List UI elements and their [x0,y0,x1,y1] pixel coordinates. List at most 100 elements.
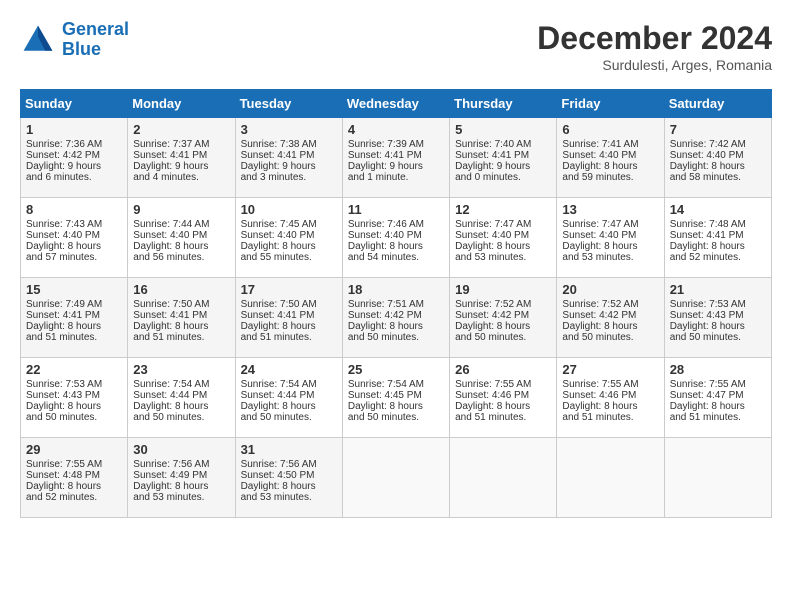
cell-info-line: and 51 minutes. [670,412,766,423]
cell-info-line: Sunrise: 7:54 AM [241,379,337,390]
calendar-cell [557,438,664,518]
cell-info-line: Sunrise: 7:50 AM [241,299,337,310]
cell-info-line: and 55 minutes. [241,252,337,263]
page-header: General Blue December 2024 Surdulesti, A… [20,20,772,73]
cell-info-line: Sunset: 4:40 PM [241,230,337,241]
calendar-week-1: 1Sunrise: 7:36 AMSunset: 4:42 PMDaylight… [21,118,772,198]
cell-info-line: Sunrise: 7:36 AM [26,139,122,150]
cell-info-line: and 51 minutes. [455,412,551,423]
cell-info-line: and 50 minutes. [562,332,658,343]
calendar-cell: 2Sunrise: 7:37 AMSunset: 4:41 PMDaylight… [128,118,235,198]
cell-info-line: Sunrise: 7:55 AM [670,379,766,390]
day-number: 11 [348,202,444,217]
day-number: 10 [241,202,337,217]
cell-info-line: Sunset: 4:41 PM [241,150,337,161]
cell-info-line: Sunset: 4:44 PM [133,390,229,401]
cell-info-line: Daylight: 8 hours [241,401,337,412]
day-number: 27 [562,362,658,377]
calendar-cell: 31 Sunrise: 7:56 AMSunset: 4:50 PMDayligh… [235,438,342,518]
cell-info-line: Sunset: 4:40 PM [348,230,444,241]
cell-info-line: and 51 minutes. [562,412,658,423]
day-number: 8 [26,202,122,217]
cell-info-line: Daylight: 8 hours [241,481,337,492]
cell-info-line: Daylight: 9 hours [26,161,122,172]
calendar-cell: 12Sunrise: 7:47 AMSunset: 4:40 PMDayligh… [450,198,557,278]
cell-info-line: Daylight: 8 hours [133,481,229,492]
cell-info-line: and 3 minutes. [241,172,337,183]
day-number: 12 [455,202,551,217]
cell-info-line: Sunrise: 7:56 AM [241,459,337,470]
day-number: 22 [26,362,122,377]
calendar-cell: 14Sunrise: 7:48 AMSunset: 4:41 PMDayligh… [664,198,771,278]
cell-info-line: Sunset: 4:41 PM [26,310,122,321]
cell-info-line: Sunset: 4:50 PM [241,470,337,481]
cell-info-line: Sunset: 4:42 PM [348,310,444,321]
day-number: 23 [133,362,229,377]
calendar-cell [450,438,557,518]
cell-info-line: and 50 minutes. [348,332,444,343]
cell-info-line: Sunset: 4:41 PM [670,230,766,241]
cell-info-line: and 53 minutes. [133,492,229,503]
calendar-cell: 27Sunrise: 7:55 AMSunset: 4:46 PMDayligh… [557,358,664,438]
day-number: 4 [348,122,444,137]
cell-info-line: Sunrise: 7:39 AM [348,139,444,150]
calendar-cell: 25Sunrise: 7:54 AMSunset: 4:45 PMDayligh… [342,358,449,438]
header-monday: Monday [128,90,235,118]
cell-info-line: Daylight: 8 hours [562,401,658,412]
cell-info-line: and 1 minute. [348,172,444,183]
calendar-header-row: SundayMondayTuesdayWednesdayThursdayFrid… [21,90,772,118]
cell-info-line: Sunset: 4:46 PM [562,390,658,401]
cell-info-line: Sunrise: 7:54 AM [133,379,229,390]
calendar-cell: 4Sunrise: 7:39 AMSunset: 4:41 PMDaylight… [342,118,449,198]
calendar-cell: 3Sunrise: 7:38 AMSunset: 4:41 PMDaylight… [235,118,342,198]
calendar-cell: 29Sunrise: 7:55 AMSunset: 4:48 PMDayligh… [21,438,128,518]
cell-info-line: and 50 minutes. [348,412,444,423]
cell-info-line: and 56 minutes. [133,252,229,263]
cell-info-line: Sunset: 4:40 PM [562,150,658,161]
cell-info-line: Sunset: 4:42 PM [26,150,122,161]
calendar-cell: 1Sunrise: 7:36 AMSunset: 4:42 PMDaylight… [21,118,128,198]
cell-info-line: Sunrise: 7:52 AM [455,299,551,310]
cell-info-line: Daylight: 8 hours [455,241,551,252]
calendar-cell [342,438,449,518]
cell-info-line: Sunset: 4:46 PM [455,390,551,401]
header-wednesday: Wednesday [342,90,449,118]
calendar-table: SundayMondayTuesdayWednesdayThursdayFrid… [20,89,772,518]
cell-info-line: and 58 minutes. [670,172,766,183]
calendar-week-5: 29Sunrise: 7:55 AMSunset: 4:48 PMDayligh… [21,438,772,518]
calendar-cell: 13Sunrise: 7:47 AMSunset: 4:40 PMDayligh… [557,198,664,278]
cell-info-line: and 4 minutes. [133,172,229,183]
logo-icon [20,22,56,58]
cell-info-line: Daylight: 9 hours [133,161,229,172]
cell-info-line: and 54 minutes. [348,252,444,263]
cell-info-line: Daylight: 8 hours [133,241,229,252]
calendar-cell: 22Sunrise: 7:53 AMSunset: 4:43 PMDayligh… [21,358,128,438]
calendar-cell: 24Sunrise: 7:54 AMSunset: 4:44 PMDayligh… [235,358,342,438]
cell-info-line: Daylight: 8 hours [348,401,444,412]
cell-info-line: Sunset: 4:47 PM [670,390,766,401]
calendar-cell: 9Sunrise: 7:44 AMSunset: 4:40 PMDaylight… [128,198,235,278]
cell-info-line: Daylight: 8 hours [562,241,658,252]
day-number: 30 [133,442,229,457]
cell-info-line: and 53 minutes. [562,252,658,263]
day-number: 31 [241,442,337,457]
day-number: 26 [455,362,551,377]
day-number: 9 [133,202,229,217]
cell-info-line: Sunrise: 7:53 AM [670,299,766,310]
calendar-cell [664,438,771,518]
cell-info-line: Sunrise: 7:54 AM [348,379,444,390]
cell-info-line: Sunset: 4:40 PM [133,230,229,241]
cell-info-line: and 50 minutes. [455,332,551,343]
cell-info-line: and 53 minutes. [241,492,337,503]
cell-info-line: Sunrise: 7:38 AM [241,139,337,150]
cell-info-line: Daylight: 8 hours [348,241,444,252]
day-number: 29 [26,442,122,457]
cell-info-line: and 51 minutes. [133,332,229,343]
cell-info-line: Sunrise: 7:53 AM [26,379,122,390]
cell-info-line: Daylight: 8 hours [670,161,766,172]
header-saturday: Saturday [664,90,771,118]
logo-general: General [62,19,129,39]
calendar-cell: 17Sunrise: 7:50 AMSunset: 4:41 PMDayligh… [235,278,342,358]
calendar-cell: 23Sunrise: 7:54 AMSunset: 4:44 PMDayligh… [128,358,235,438]
cell-info-line: Sunrise: 7:40 AM [455,139,551,150]
